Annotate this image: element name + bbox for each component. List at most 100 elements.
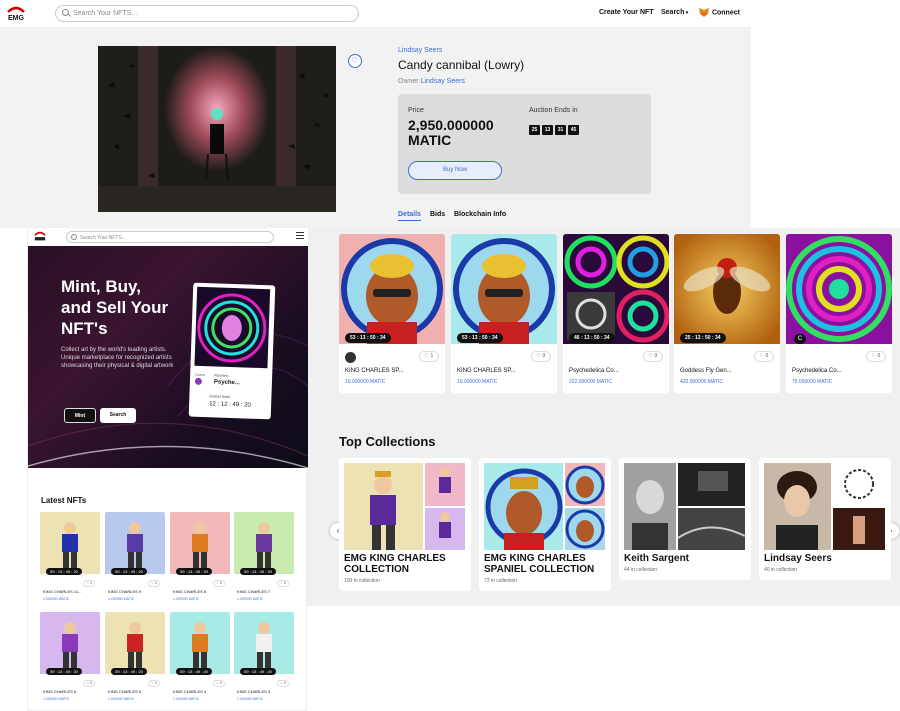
like-button[interactable]: ♡ 0	[754, 351, 774, 362]
nft-card[interactable]: 59 : 13 : 49 : 20 ♡ 0 KING CHARLES 6 1.0000…	[40, 612, 100, 707]
like-count: 0	[542, 353, 546, 359]
nft-price: 420.000000 MATIC	[680, 379, 723, 385]
nft-name: KING CHARLES 7	[237, 589, 271, 594]
nft-image	[105, 512, 165, 574]
collection-image-thumb	[425, 508, 465, 550]
metamask-icon	[699, 8, 709, 17]
nft-name: Psychedelica Co...	[792, 368, 842, 374]
nft-price: 10.000000 MATIC	[345, 379, 386, 385]
buy-now-button[interactable]: Buy Now	[408, 161, 502, 180]
nft-card[interactable]: 59 : 13 : 49 : 20 ♡ 0 KING CHARLES 5 1.0000…	[105, 612, 165, 707]
create-nft-link[interactable]: Create Your NFT	[599, 9, 654, 16]
collection-title-line: SPANIEL COLLECTION	[484, 564, 595, 575]
heart-icon: ♡	[279, 581, 284, 585]
heart-icon: ♡	[85, 581, 90, 585]
owner-link[interactable]: Lindsay Seers	[421, 78, 465, 85]
nft-name: KING CHARLES 11...	[43, 589, 82, 594]
heart-icon: ♡	[536, 353, 542, 359]
collection-card[interactable]: Lindsay Seers 40 in collection	[759, 458, 891, 580]
search-placeholder: Search Your NFTS...	[73, 10, 138, 17]
like-button[interactable]: ♡ 1	[419, 351, 439, 362]
like-count: 0	[155, 681, 158, 685]
nft-card[interactable]: 59 : 13 : 49 : 20 ♡ 0 KING CHARLES 8 1.0000…	[170, 512, 230, 607]
nft-card[interactable]: 59 : 13 : 49 : 20 ♡ 0 KING CHARLES 7 1.0000…	[234, 512, 294, 607]
collection-card[interactable]: EMG KING CHARLES COLLECTION 100 in collec…	[339, 458, 471, 591]
nft-price: 222.000000 MATIC	[569, 379, 612, 385]
nft-title: Candy cannibal (Lowry)	[398, 58, 525, 72]
like-button[interactable]: ♡ 0	[531, 351, 551, 362]
collection-card[interactable]: Keith Sargent 44 in collection	[619, 458, 751, 580]
nft-name: KING CHARLES 4	[173, 689, 207, 694]
favorite-icon[interactable]: ♡	[348, 54, 362, 68]
nft-price: 1.000000 MATIC	[237, 597, 264, 601]
emg-logo[interactable]: EMG	[4, 4, 28, 24]
price-unit: MATIC	[408, 132, 452, 148]
featured-owner-name: Psyched...	[214, 373, 231, 378]
nft-card[interactable]: 59 : 13 : 49 : 20 ♡ 0 KING CHARLES 11... 1.…	[40, 512, 100, 607]
like-button[interactable]: ♡ 0	[213, 580, 225, 587]
nft-name: KING CHARLES 6	[43, 689, 77, 694]
nft-price: 1.000000 MATIC	[43, 597, 70, 601]
featured-nft-card[interactable]: Owner Psyched... Psyche... Auction Ends …	[188, 282, 276, 420]
like-button[interactable]: ♡ 0	[213, 680, 225, 687]
like-button[interactable]: ♡ 0	[643, 351, 663, 362]
nft-card[interactable]: 46 : 13 : 50 : 34 ♡ 0 Psychedelica Co...…	[563, 234, 669, 393]
like-button[interactable]: ♡ 0	[866, 351, 886, 362]
hero-search-button[interactable]: Search	[100, 408, 136, 423]
tab-details[interactable]: Details	[398, 211, 421, 221]
collection-title: Keith Sargent	[624, 553, 690, 564]
tab-bids[interactable]: Bids	[430, 211, 445, 218]
heart-icon: ♡	[648, 353, 654, 359]
featured-nft-image	[194, 286, 271, 369]
collection-title: EMG KING CHARLES SPANIEL COLLECTION	[484, 553, 594, 575]
collection-card[interactable]: EMG KING CHARLES SPANIEL COLLECTION 73 in…	[479, 458, 611, 591]
nft-price: 75.000000 MATIC	[792, 379, 833, 385]
like-button[interactable]: ♡ 0	[83, 680, 95, 687]
nft-image	[563, 234, 669, 344]
like-button[interactable]: ♡ 0	[148, 580, 160, 587]
featured-countdown: 12 : 12 : 49 : 20	[209, 401, 251, 409]
nft-card[interactable]: 59 : 13 : 49 : 20 ♡ 0 KING CHARLES 4 1.0000…	[170, 612, 230, 707]
like-count: 0	[155, 581, 158, 585]
top-collections-heading: Top Collections	[339, 434, 436, 449]
artwork-image[interactable]	[98, 46, 336, 212]
hero-heading: Mint, Buy, and Sell Your NFT's	[61, 276, 168, 339]
nft-card[interactable]: 59 : 13 : 49 : 20 ♡ 0 KING CHARLES 9 1.0000…	[105, 512, 165, 607]
heart-icon: ♡	[871, 353, 877, 359]
hamburger-menu-icon[interactable]	[296, 232, 304, 239]
collection-image-main	[624, 463, 676, 550]
nft-image	[234, 612, 294, 674]
mint-button[interactable]: Mint	[64, 408, 96, 423]
collection-image-thumb	[678, 463, 745, 506]
nft-card[interactable]: C ♡ 0 Psychedelica Co... 75.000000 MATIC	[786, 234, 892, 393]
owner-avatar[interactable]	[345, 352, 356, 363]
like-button[interactable]: ♡ 0	[277, 580, 289, 587]
like-button[interactable]: ♡ 0	[83, 580, 95, 587]
like-button[interactable]: ♡ 0	[148, 680, 160, 687]
heart-icon: ♡	[215, 681, 220, 685]
nft-name: KING CHARLES 8	[173, 589, 207, 594]
tab-blockchain-info[interactable]: Blockchain Info	[454, 211, 506, 218]
hero-description: Collect art by the world's leading artis…	[61, 347, 174, 369]
search-input[interactable]: Search Your NFTS...	[55, 5, 359, 22]
auction-timer: 59 : 13 : 49 : 20	[111, 568, 147, 575]
like-count: 0	[220, 681, 223, 685]
like-count: 0	[877, 353, 881, 359]
nft-card[interactable]: 53 : 13 : 50 : 34 ♡ 1 KING CHARLES SP...…	[339, 234, 445, 393]
featured-title: Psyche...	[213, 379, 240, 387]
mobile-search-input[interactable]: Search Your NFTS...	[66, 231, 274, 243]
like-count: 0	[220, 581, 223, 585]
artist-link[interactable]: Lindsay Seers	[398, 47, 442, 54]
nft-card[interactable]: 25 : 13 : 50 : 34 ♡ 0 Goddess Fly Gen...…	[674, 234, 780, 393]
search-menu[interactable]: Search ▾	[661, 9, 688, 16]
countdown-days: 25	[529, 125, 540, 135]
nft-card[interactable]: 59 : 13 : 49 : 20 ♡ 0 KING CHARLES 3 1.0000…	[234, 612, 294, 707]
collection-title: Lindsay Seers	[764, 553, 832, 564]
like-button[interactable]: ♡ 0	[277, 680, 289, 687]
owner-label: Owner	[398, 78, 419, 85]
nft-name: KING CHARLES SP...	[457, 368, 516, 374]
auction-timer: 53 : 13 : 50 : 34	[345, 333, 391, 343]
like-count: 0	[90, 681, 93, 685]
connect-button[interactable]: Connect	[698, 7, 740, 18]
nft-card[interactable]: 53 : 13 : 50 : 34 ♡ 0 KING CHARLES SP...…	[451, 234, 557, 393]
